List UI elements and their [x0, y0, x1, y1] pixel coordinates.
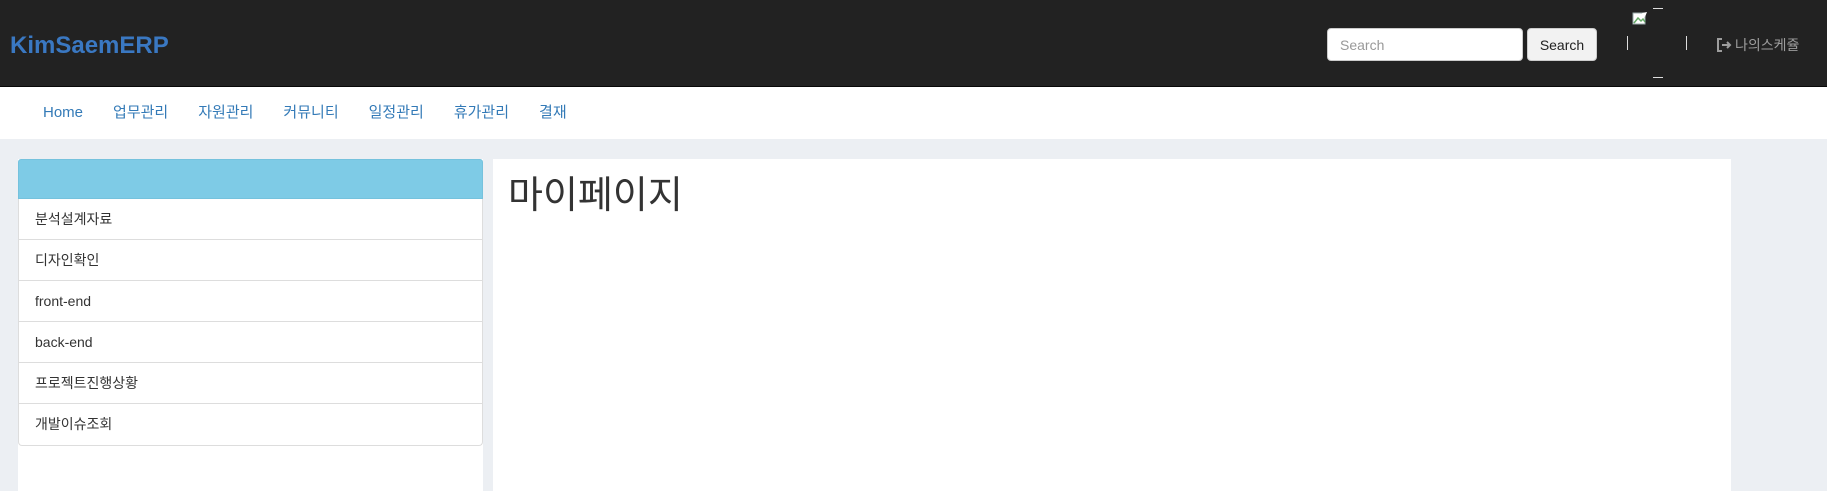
logout-link[interactable]: 나의스케쥴 [1716, 35, 1799, 55]
nav-item-community[interactable]: 커뮤니티 [268, 87, 353, 139]
search-input[interactable] [1327, 28, 1523, 61]
nav-item-approval[interactable]: 결재 [524, 87, 582, 139]
sidebar-item-back-end[interactable]: back-end [19, 322, 482, 363]
nav-item-work[interactable]: 업무관리 [98, 87, 183, 139]
avatar[interactable] [1627, 8, 1687, 78]
nav-item-schedule[interactable]: 일정관리 [354, 87, 439, 139]
brand-logo[interactable]: KimSaemERP [10, 32, 169, 60]
logout-label: 나의스케쥴 [1735, 37, 1800, 53]
logout-icon [1717, 38, 1732, 52]
sidebar-item-analysis-docs[interactable]: 분석설계자료 [19, 199, 482, 240]
main-menu: Home 업무관리 자원관리 커뮤니티 일정관리 휴가관리 결재 [0, 87, 1827, 139]
nav-item-vacation[interactable]: 휴가관리 [439, 87, 524, 139]
sidebar-item-design-review[interactable]: 디자인확인 [19, 240, 482, 281]
page-title: 마이페이지 [508, 173, 683, 217]
sidebar-item-project-progress[interactable]: 프로젝트진행상황 [19, 363, 482, 404]
broken-image-icon [1632, 12, 1647, 25]
sidebar-item-dev-issues[interactable]: 개발이슈조회 [19, 404, 482, 445]
main-content: 마이페이지 [493, 159, 1731, 491]
nav-item-resources[interactable]: 자원관리 [183, 87, 268, 139]
top-navbar: KimSaemERP Search 나의스케쥴 [0, 0, 1827, 87]
sidebar: 분석설계자료 디자인확인 front-end back-end 프로젝트진행상황… [18, 159, 483, 491]
search-button[interactable]: Search [1527, 28, 1597, 61]
sidebar-header [18, 159, 483, 199]
sidebar-item-front-end[interactable]: front-end [19, 281, 482, 322]
nav-item-home[interactable]: Home [28, 87, 98, 139]
sidebar-list: 분석설계자료 디자인확인 front-end back-end 프로젝트진행상황… [18, 199, 483, 446]
